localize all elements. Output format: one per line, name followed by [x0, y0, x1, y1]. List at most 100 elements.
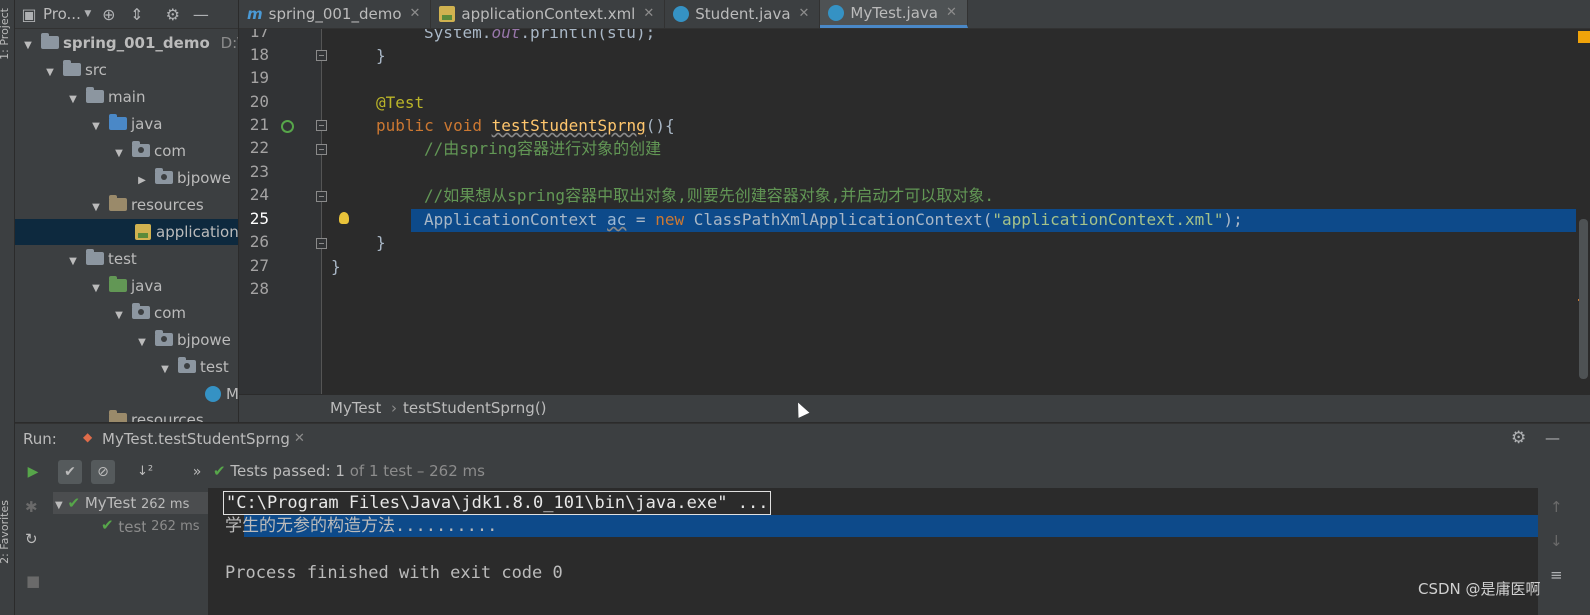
run-test-gutter-icon[interactable] [281, 120, 294, 133]
tab-spring-001-demo[interactable]: m spring_001_demo ✕ [239, 0, 432, 28]
scrollbar-thumb[interactable] [1579, 219, 1588, 379]
code-line-26: } [376, 233, 386, 252]
editor-scrollbar[interactable] [1576, 29, 1590, 394]
module-m-icon: m [247, 5, 263, 23]
line-number: 23 [249, 162, 269, 181]
collapse-all-icon[interactable]: ⇕ [123, 5, 151, 24]
expand-arrow-icon[interactable]: ▼ [43, 60, 57, 86]
project-tool-window-button[interactable]: 1: Project [0, 8, 11, 60]
tree-item-test-java[interactable]: ▼ java [15, 273, 238, 299]
expand-arrow-icon[interactable]: ▼ [21, 33, 35, 59]
stop-icon[interactable]: ■ [26, 572, 40, 590]
line-number: 17 [249, 29, 269, 41]
project-tree: ▼spring_001_demo D:\co ▼src ▼main ▼java … [15, 29, 238, 422]
gear-icon[interactable]: ⚙ [1511, 428, 1526, 448]
line-number: 20 [249, 92, 269, 111]
expand-arrow-icon[interactable]: ▼ [66, 87, 80, 113]
lightbulb-icon[interactable] [339, 212, 349, 224]
test-tree-item-method[interactable]: ✔ test 262 ms [101, 514, 200, 536]
code-line-27: } [331, 257, 341, 276]
fold-marker-icon[interactable] [316, 120, 327, 131]
soft-wrap-icon[interactable]: ≡ [1550, 566, 1563, 584]
expand-arrow-icon[interactable]: ▼ [55, 500, 63, 511]
package-icon [178, 357, 196, 373]
resources-folder-icon [109, 195, 127, 211]
line-number: 28 [249, 279, 269, 298]
close-icon[interactable]: ✕ [410, 0, 421, 28]
tree-item-mytest[interactable]: M [15, 381, 238, 407]
folder-icon [63, 60, 81, 76]
rerun-icon[interactable]: ▶ [21, 460, 45, 484]
expand-arrow-icon[interactable]: ▼ [89, 114, 103, 140]
test-results-tree: ▼ ✔ MyTest 262 ms ✔ test 262 ms [53, 488, 208, 615]
show-passed-icon[interactable]: ✔ [58, 460, 82, 484]
collapse-arrow-icon[interactable]: ▶ [135, 168, 149, 194]
sort-icon[interactable]: ↓² [133, 460, 157, 484]
run-side-toolbar: ✱ ↻ ■ [15, 488, 53, 615]
tree-item-applicationcontext-xml[interactable]: application [15, 219, 238, 245]
expand-arrow-icon[interactable]: ▼ [135, 330, 149, 356]
tree-item-main[interactable]: ▼ main [15, 84, 238, 110]
tree-item-test-resources[interactable]: resources [15, 407, 238, 422]
tree-item-main-bjpowernode[interactable]: ▶ bjpowe [15, 165, 238, 191]
console-output[interactable]: "C:\Program Files\Java\jdk1.8.0_101\bin\… [208, 488, 1538, 615]
line-number: 19 [249, 68, 269, 87]
fold-marker-icon[interactable] [316, 50, 327, 61]
tree-item-test-bjpowernode[interactable]: ▼ bjpowe [15, 327, 238, 353]
tree-item-project-root[interactable]: ▼spring_001_demo D:\co [15, 30, 238, 56]
run-panel-header: Run: ◆ MyTest.testStudentSprng ✕ ⚙ — [15, 423, 1590, 456]
test-tree-item-mytest[interactable]: ▼ ✔ MyTest 262 ms [53, 492, 208, 514]
debug-icon[interactable]: ✱ [25, 498, 38, 516]
console-line-output: 学生的无参的构造方法.......... [225, 516, 498, 536]
package-icon [155, 168, 173, 184]
fold-marker-icon[interactable] [316, 238, 327, 249]
tab-student-java[interactable]: Student.java ✕ [665, 0, 821, 28]
show-ignored-icon[interactable]: ⊘ [91, 460, 115, 484]
breadcrumb-method[interactable]: testStudentSprng() [403, 395, 547, 422]
hide-icon[interactable]: — [187, 5, 215, 24]
tree-item-main-com[interactable]: ▼ com [15, 138, 238, 164]
close-icon[interactable]: ✕ [294, 431, 305, 446]
error-stripe-marker[interactable] [1578, 31, 1590, 43]
locate-icon[interactable]: ⊕ [95, 5, 123, 24]
tree-item-main-java[interactable]: ▼ java [15, 111, 238, 137]
expand-arrow-icon[interactable]: ▼ [66, 249, 80, 275]
expand-arrow-icon[interactable]: ▼ [89, 195, 103, 221]
close-icon[interactable]: ✕ [643, 0, 654, 28]
toggle-auto-test-icon[interactable]: ↻ [25, 530, 38, 548]
expand-arrow-icon[interactable]: ▼ [158, 357, 172, 383]
line-number: 25 [249, 209, 269, 228]
code-editor[interactable]: 17 18 19 20 21 22 23 24 25 26 27 28 Syst… [239, 29, 1590, 394]
class-icon [673, 6, 690, 22]
expand-arrow-icon[interactable]: ▼ [112, 303, 126, 329]
check-icon: ✔ [101, 516, 114, 534]
code-line-20: @Test [376, 93, 425, 112]
run-tab-label[interactable]: MyTest.testStudentSprng [102, 430, 290, 448]
chevron-down-icon[interactable]: ▼ [81, 9, 95, 19]
close-icon[interactable]: ✕ [946, 0, 957, 27]
breadcrumb-class[interactable]: MyTest [330, 395, 381, 422]
expand-arrow-icon[interactable]: ▼ [89, 276, 103, 302]
down-arrow-icon[interactable]: ↓ [1550, 532, 1563, 550]
code-line-24: //如果想从spring容器中取出对象,则要先创建容器对象,并启动才可以取对象. [424, 186, 994, 205]
project-view-dropdown[interactable]: Pro... [43, 5, 81, 23]
up-arrow-icon[interactable]: ↑ [1550, 498, 1563, 516]
fold-marker-icon[interactable] [316, 191, 327, 202]
gear-icon[interactable]: ⚙ [159, 5, 187, 24]
tree-item-src[interactable]: ▼ src [15, 57, 238, 83]
close-icon[interactable]: ✕ [799, 0, 810, 28]
tree-item-test-com[interactable]: ▼ com [15, 300, 238, 326]
xml-file-icon [135, 224, 151, 240]
tree-item-test[interactable]: ▼ test [15, 246, 238, 272]
tree-item-test-package[interactable]: ▼ test [15, 354, 238, 380]
expand-arrow-icon[interactable]: ▼ [112, 141, 126, 167]
breadcrumb: MyTest › testStudentSprng() [239, 395, 1590, 422]
tab-mytest-java[interactable]: MyTest.java ✕ [820, 0, 968, 28]
tab-applicationcontext-xml[interactable]: applicationContext.xml ✕ [431, 0, 666, 28]
favorites-tool-window-button[interactable]: 2: Favorites [0, 500, 11, 564]
more-icon[interactable]: » [185, 460, 209, 484]
hide-icon[interactable]: — [1545, 429, 1560, 447]
line-number: 18 [249, 45, 269, 64]
tree-item-resources[interactable]: ▼ resources [15, 192, 238, 218]
fold-marker-icon[interactable] [316, 144, 327, 155]
